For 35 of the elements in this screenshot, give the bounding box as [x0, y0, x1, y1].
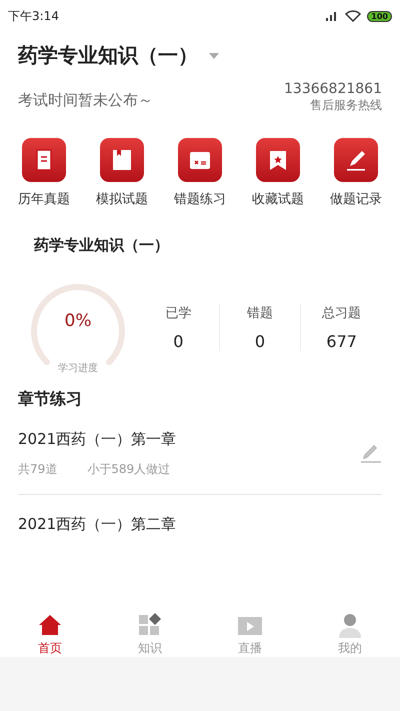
shortcut-button[interactable]: 历年真题: [8, 138, 80, 208]
calendar-icon: [178, 138, 222, 182]
status-time: 下午3:14: [8, 8, 59, 24]
shortcut-button[interactable]: 做题记录: [320, 138, 392, 208]
section-title: 章节练习: [18, 389, 83, 410]
dropdown-icon[interactable]: [208, 52, 220, 60]
hotline-number: 13366821861: [284, 81, 382, 97]
stat-label: 错题: [247, 304, 273, 322]
person-icon: [337, 613, 363, 639]
book-icon: [100, 138, 144, 182]
exam-note: 考试时间暂未公布～: [18, 91, 153, 110]
shortcut-button[interactable]: 错题练习: [164, 138, 236, 208]
wifi-icon: [345, 10, 362, 22]
stat-value: 0: [254, 332, 266, 350]
progress-caption: 学习进度: [58, 362, 98, 375]
subject-title: 药学专业知识（一）: [18, 42, 198, 69]
battery-level: 100: [367, 10, 392, 22]
stat-value: 0: [173, 332, 184, 350]
stat-value: 677: [326, 332, 357, 350]
banner-icon: [256, 138, 300, 182]
done-count: 小于589人做过: [87, 461, 170, 478]
tab-item[interactable]: 首页: [0, 611, 100, 657]
card-title: 药学专业知识（一）: [33, 236, 170, 255]
chapter-title[interactable]: 2021西药（一）第二章: [18, 515, 176, 534]
shortcut-button[interactable]: 模拟试题: [86, 138, 158, 208]
pencil-icon[interactable]: [360, 444, 382, 464]
stat-label: 总习题: [322, 304, 362, 322]
stat-label: 已学: [165, 304, 192, 322]
chapter-title[interactable]: 2021西药（一）第一章: [18, 430, 176, 449]
progress-percent: 0%: [64, 311, 92, 331]
hotline-label: 售后服务热线: [310, 97, 382, 114]
shortcut-button[interactable]: 收藏试题: [242, 138, 314, 208]
scroll-icon: [22, 138, 66, 182]
question-count: 共79道: [18, 461, 58, 478]
pencil-icon: [334, 138, 378, 182]
